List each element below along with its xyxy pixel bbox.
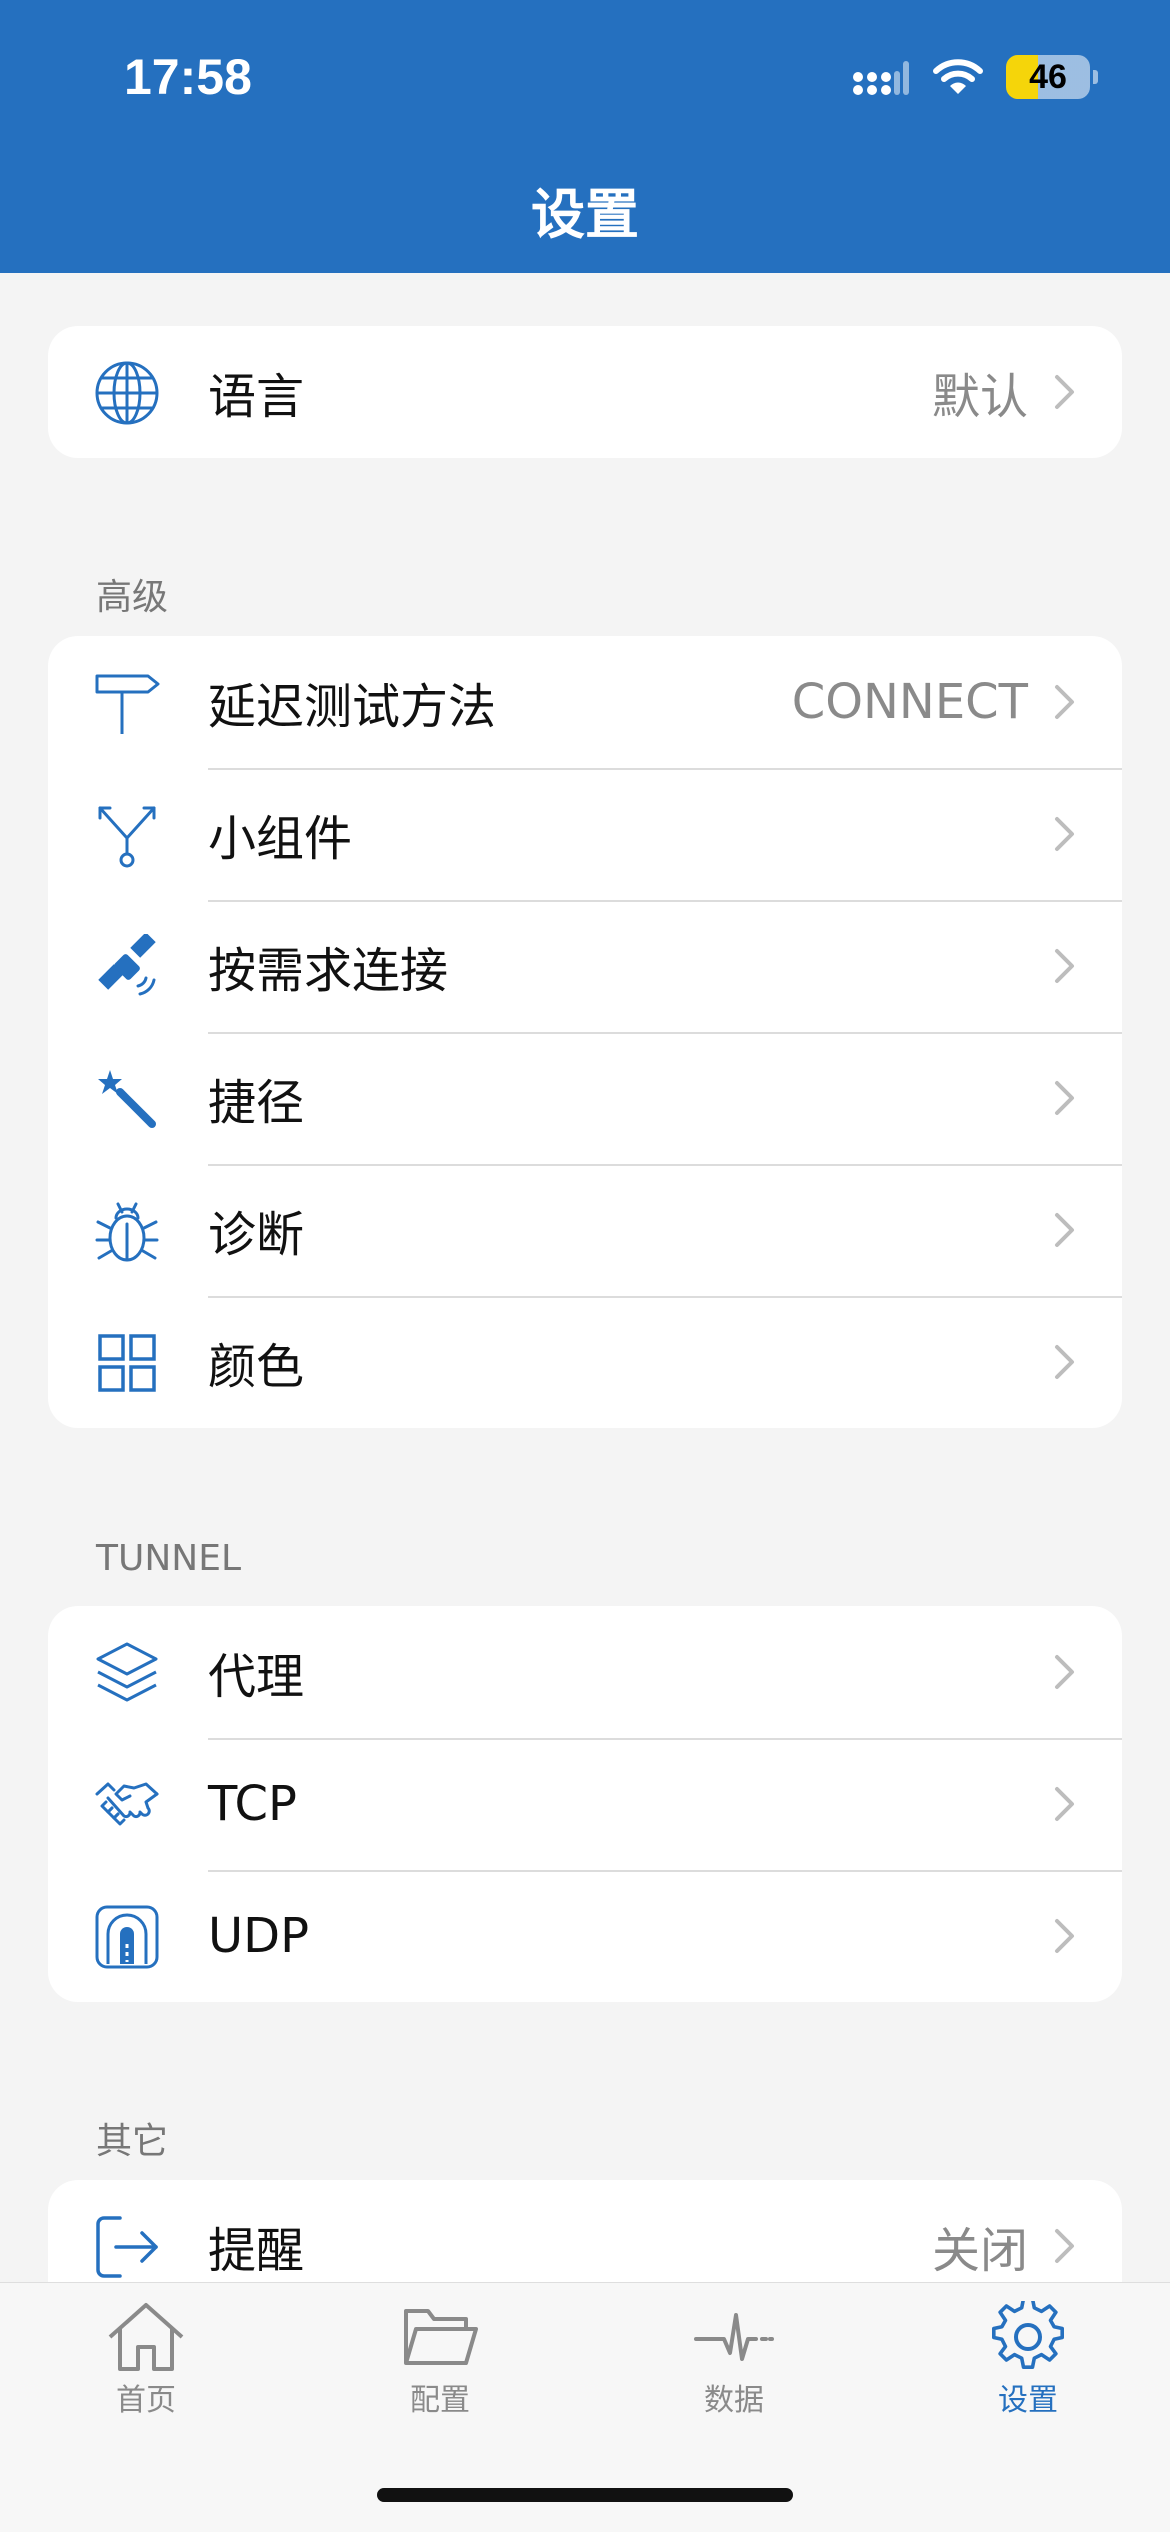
row-value: 默认 <box>931 369 1028 425</box>
settings-row-tcp[interactable]: TCP <box>48 1738 1122 1870</box>
tab-label: 设置 <box>998 2383 1058 2418</box>
settings-row-proxy[interactable]: 代理 <box>48 1606 1122 1738</box>
row-label: 小组件 <box>208 811 353 867</box>
folder-icon <box>404 2309 478 2365</box>
battery-level: 46 <box>1029 57 1067 96</box>
status-icons: 46 <box>852 52 1098 102</box>
chevron-right-icon <box>1055 1655 1074 1689</box>
tunnel-card: 代理 TCP UDP <box>48 1606 1122 2002</box>
chevron-right-icon <box>1055 1213 1074 1247</box>
exit-arrow-icon <box>94 2214 160 2280</box>
cellular-signal-icon <box>853 61 909 95</box>
page-title: 设置 <box>531 183 639 246</box>
tab-label: 配置 <box>410 2383 470 2418</box>
settings-row-on-demand[interactable]: 按需求连接 <box>48 900 1122 1032</box>
bug-icon <box>94 1198 160 1264</box>
row-label: 颜色 <box>208 1339 305 1395</box>
chevron-right-icon <box>1055 949 1074 983</box>
home-icon <box>108 2303 184 2371</box>
chevron-right-icon <box>1055 685 1074 719</box>
row-label: 延迟测试方法 <box>208 679 497 735</box>
tab-settings[interactable]: 设置 <box>928 2301 1128 2419</box>
section-label-advanced: 高级 <box>96 577 169 618</box>
gear-icon <box>992 2301 1065 2370</box>
grid-icon <box>94 1330 160 1396</box>
row-value: CONNECT <box>791 674 1028 730</box>
pulse-icon <box>694 2313 774 2361</box>
home-indicator <box>377 2488 793 2502</box>
row-label: UDP <box>208 1908 310 1964</box>
row-label: 按需求连接 <box>208 943 449 999</box>
section-label-other: 其它 <box>96 2121 169 2162</box>
battery-indicator: 46 <box>1006 55 1098 99</box>
chevron-right-icon <box>1055 817 1074 851</box>
settings-row-latency-method[interactable]: 延迟测试方法 CONNECT <box>48 636 1122 768</box>
settings-row-colors[interactable]: 颜色 <box>48 1296 1122 1428</box>
satellite-icon <box>94 934 160 1000</box>
row-label: 语言 <box>208 369 305 425</box>
advanced-card: 延迟测试方法 CONNECT 小组件 按需求连接 捷径 诊断 颜色 <box>48 636 1122 1428</box>
status-time: 17:58 <box>124 49 252 105</box>
wifi-icon <box>933 59 983 94</box>
row-label: 捷径 <box>208 1075 305 1131</box>
tab-config[interactable]: 配置 <box>340 2301 540 2419</box>
chevron-right-icon <box>1055 1345 1074 1379</box>
section-label-tunnel: TUNNEL <box>96 1538 242 1579</box>
chevron-right-icon <box>1055 375 1074 409</box>
magic-wand-icon <box>94 1066 160 1132</box>
tunnel-icon <box>94 1904 160 1970</box>
row-label: 提醒 <box>208 2223 305 2279</box>
layers-icon <box>94 1640 160 1706</box>
settings-row-udp[interactable]: UDP <box>48 1870 1122 2002</box>
chevron-right-icon <box>1055 1081 1074 1115</box>
row-value: 关闭 <box>931 2223 1028 2279</box>
tab-data[interactable]: 数据 <box>634 2301 834 2419</box>
settings-row-language[interactable]: 语言 默认 <box>48 326 1122 458</box>
row-label: 诊断 <box>208 1207 305 1263</box>
signpost-icon <box>94 670 160 736</box>
fork-icon <box>94 802 160 868</box>
tab-home[interactable]: 首页 <box>46 2301 246 2419</box>
tab-label: 首页 <box>116 2383 176 2418</box>
navigation-header: 17:58 46 设置 <box>0 0 1170 273</box>
chevron-right-icon <box>1055 1919 1074 1953</box>
settings-row-widgets[interactable]: 小组件 <box>48 768 1122 900</box>
language-card: 语言 默认 <box>48 326 1122 458</box>
tab-label: 数据 <box>704 2383 764 2418</box>
globe-icon <box>94 360 160 426</box>
settings-row-diagnostics[interactable]: 诊断 <box>48 1164 1122 1296</box>
chevron-right-icon <box>1055 1787 1074 1821</box>
row-label: TCP <box>208 1776 297 1832</box>
chevron-right-icon <box>1055 2229 1074 2263</box>
row-label: 代理 <box>208 1649 305 1705</box>
settings-row-shortcuts[interactable]: 捷径 <box>48 1032 1122 1164</box>
handshake-icon <box>94 1772 160 1838</box>
